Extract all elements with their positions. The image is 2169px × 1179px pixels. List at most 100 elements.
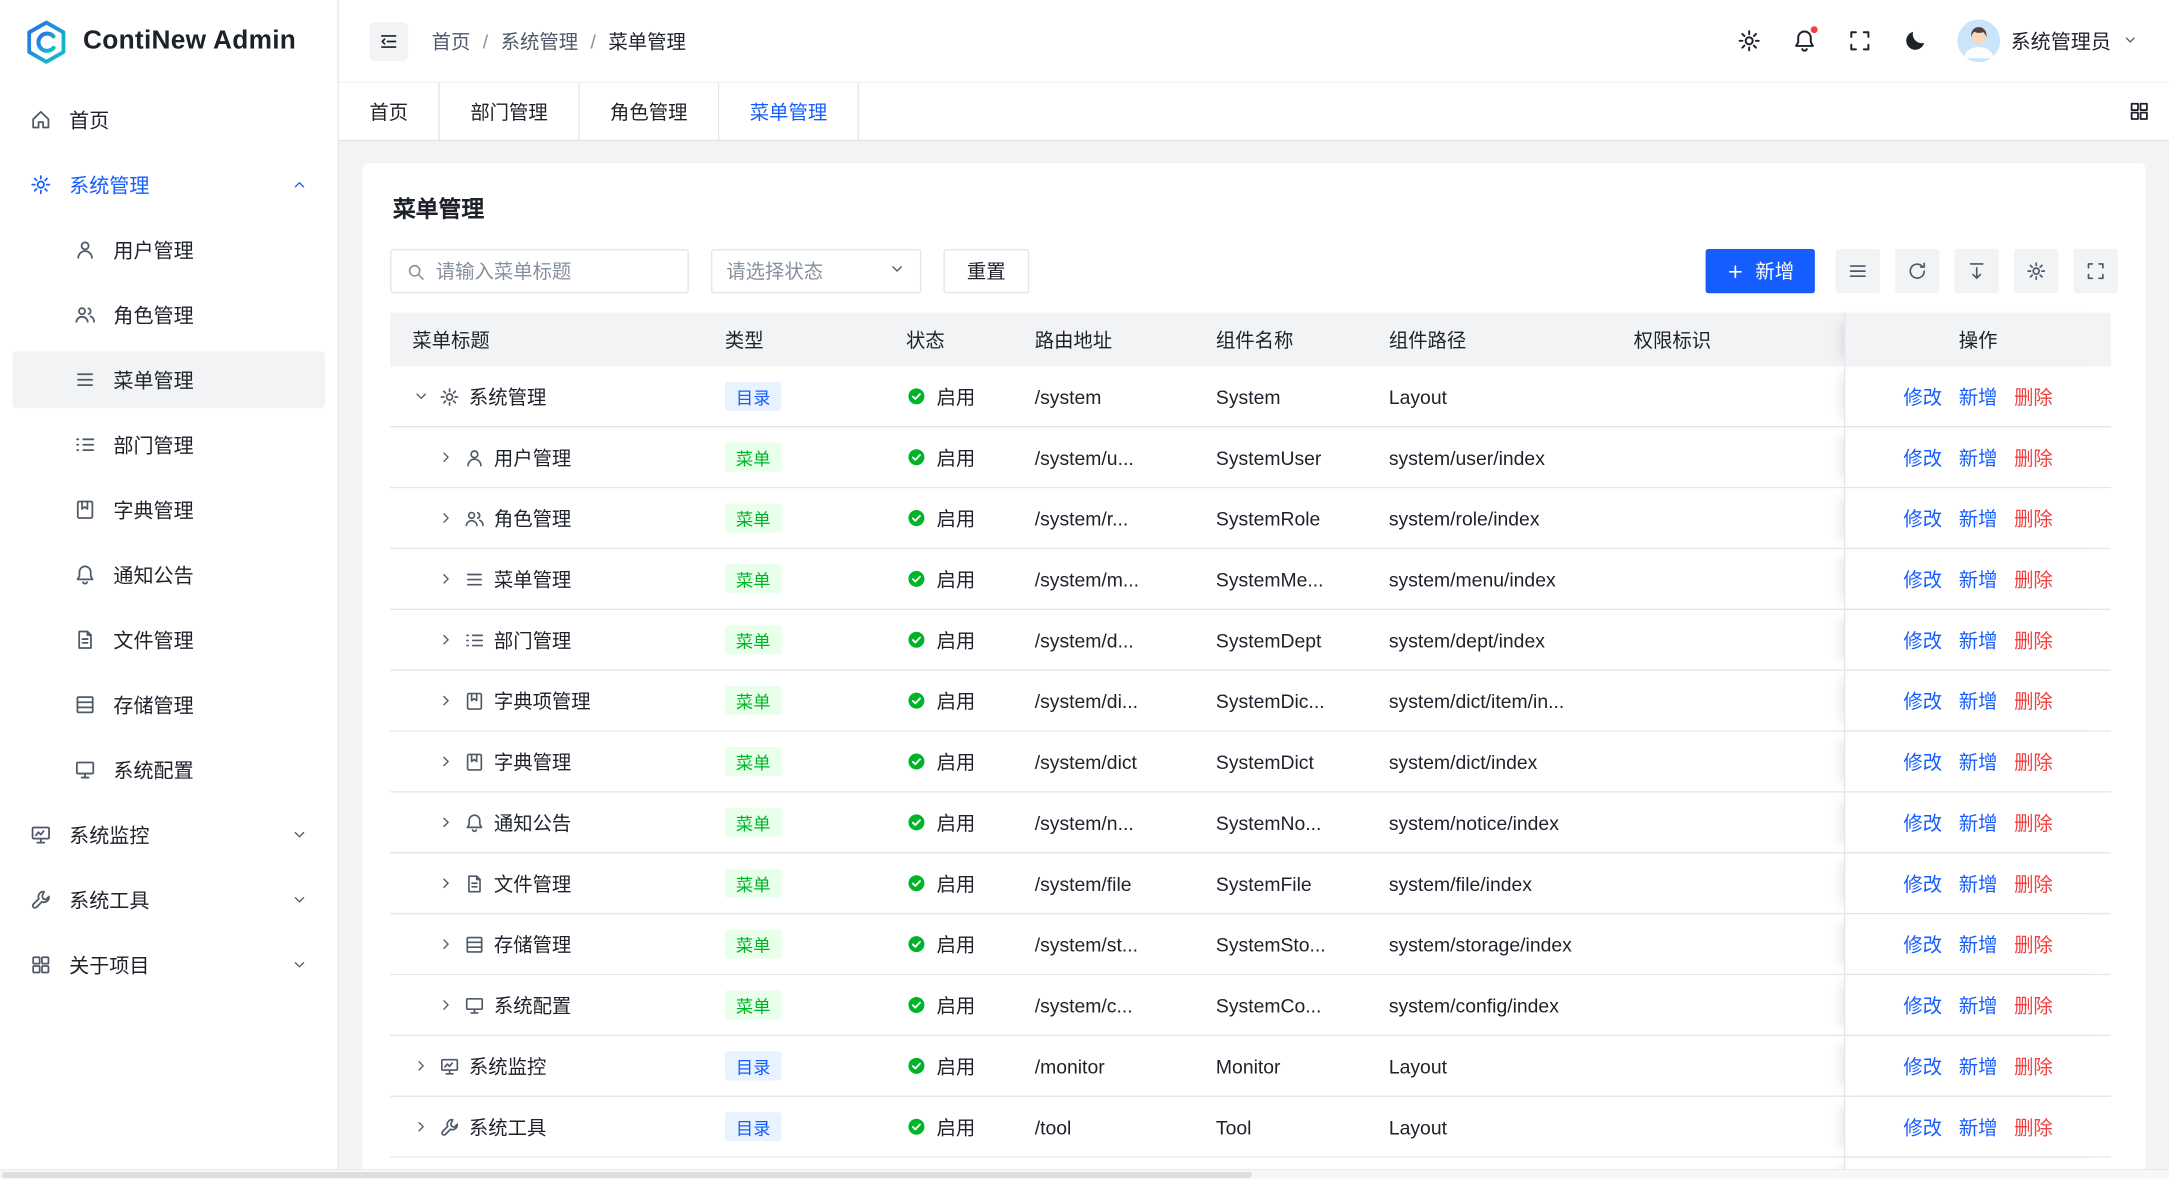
reset-button[interactable]: 重置	[943, 249, 1029, 293]
delete-link[interactable]: 删除	[2014, 1113, 2053, 1141]
export-button[interactable]	[1955, 249, 1999, 293]
delete-link[interactable]: 删除	[2014, 991, 2053, 1019]
dept-icon	[463, 629, 485, 651]
row-add-link[interactable]: 新增	[1959, 443, 1998, 471]
breadcrumb-item[interactable]: 系统管理	[501, 27, 578, 55]
edit-link[interactable]: 修改	[1903, 991, 1942, 1019]
row-add-link[interactable]: 新增	[1959, 869, 1998, 897]
moon-button[interactable]	[1901, 28, 1927, 54]
sidebar-item[interactable]: 用户管理	[12, 221, 325, 278]
type-badge: 菜单	[725, 869, 782, 898]
chevron-right-icon[interactable]	[412, 1118, 430, 1136]
sidebar-item[interactable]: 角色管理	[12, 286, 325, 343]
sidebar-item[interactable]: 字典管理	[12, 481, 325, 538]
breadcrumb-item[interactable]: 首页	[432, 27, 471, 55]
edit-link[interactable]: 修改	[1903, 443, 1942, 471]
horizontal-scrollbar[interactable]	[0, 1169, 2169, 1179]
chevron-right-icon[interactable]	[437, 935, 455, 953]
delete-link[interactable]: 删除	[2014, 382, 2053, 410]
tab[interactable]: 角色管理	[580, 83, 720, 140]
chevron-right-icon[interactable]	[437, 570, 455, 588]
chevron-right-icon[interactable]	[437, 753, 455, 771]
tab[interactable]: 菜单管理	[719, 83, 859, 140]
edit-link[interactable]: 修改	[1903, 930, 1942, 958]
chevron-right-icon[interactable]	[437, 631, 455, 649]
sidebar-item[interactable]: 部门管理	[12, 416, 325, 473]
edit-link[interactable]: 修改	[1903, 382, 1942, 410]
chevron-right-icon[interactable]	[437, 874, 455, 892]
bell-button[interactable]	[1791, 28, 1817, 54]
edit-link[interactable]: 修改	[1903, 869, 1942, 897]
tab[interactable]: 部门管理	[440, 83, 580, 140]
tab-list-button[interactable]	[2128, 100, 2152, 124]
gear-button[interactable]	[2014, 249, 2058, 293]
user-menu[interactable]: 系统管理员	[1957, 19, 2139, 62]
sidebar-item[interactable]: 关于项目	[12, 936, 325, 993]
delete-link[interactable]: 删除	[2014, 687, 2053, 715]
logo[interactable]: ContiNew Admin	[0, 0, 338, 83]
status-select[interactable]: 请选择状态	[711, 249, 921, 293]
row-add-link[interactable]: 新增	[1959, 504, 1998, 532]
scrollbar-thumb[interactable]	[2, 1172, 1252, 1178]
breadcrumb-item[interactable]: 菜单管理	[608, 27, 685, 55]
edit-link[interactable]: 修改	[1903, 1052, 1942, 1080]
gear-button[interactable]	[1735, 28, 1761, 54]
row-add-link[interactable]: 新增	[1959, 930, 1998, 958]
row-add-link[interactable]: 新增	[1959, 1113, 1998, 1141]
refresh-button[interactable]	[1895, 249, 1939, 293]
edit-link[interactable]: 修改	[1903, 626, 1942, 654]
sidebar-item[interactable]: 系统配置	[12, 741, 325, 798]
edit-link[interactable]: 修改	[1903, 504, 1942, 532]
delete-link[interactable]: 删除	[2014, 748, 2053, 776]
row-add-link[interactable]: 新增	[1959, 626, 1998, 654]
row-add-link[interactable]: 新增	[1959, 382, 1998, 410]
list-view-button[interactable]	[1836, 249, 1880, 293]
chevron-down-icon[interactable]	[412, 387, 430, 405]
delete-link[interactable]: 删除	[2014, 443, 2053, 471]
sidebar-item[interactable]: 系统监控	[12, 806, 325, 863]
chevron-right-icon[interactable]	[412, 1057, 430, 1075]
row-add-link[interactable]: 新增	[1959, 991, 1998, 1019]
delete-link[interactable]: 删除	[2014, 565, 2053, 593]
chevron-right-icon[interactable]	[437, 813, 455, 831]
sidebar-item[interactable]: 系统管理	[12, 156, 325, 213]
delete-link[interactable]: 删除	[2014, 626, 2053, 654]
table-row: 字典管理菜单启用/system/dictSystemDictsystem/dic…	[390, 732, 2111, 793]
chevron-right-icon[interactable]	[437, 448, 455, 466]
edit-link[interactable]: 修改	[1903, 1113, 1942, 1141]
route-path: /system/file	[1035, 872, 1132, 894]
sidebar-item[interactable]: 系统工具	[12, 871, 325, 928]
chevron-right-icon[interactable]	[437, 509, 455, 527]
column-header: 路由地址	[1013, 313, 1194, 367]
add-button[interactable]: 新增	[1706, 249, 1815, 293]
fullscreen-button[interactable]	[2074, 249, 2118, 293]
component-path: Layout	[1389, 385, 1447, 407]
edit-link[interactable]: 修改	[1903, 565, 1942, 593]
search-input[interactable]	[436, 260, 674, 282]
edit-link[interactable]: 修改	[1903, 809, 1942, 837]
sidebar-item[interactable]: 首页	[12, 91, 325, 148]
edit-link[interactable]: 修改	[1903, 748, 1942, 776]
chevron-right-icon[interactable]	[437, 692, 455, 710]
fullscreen-button[interactable]	[1846, 28, 1872, 54]
sidebar-item[interactable]: 存储管理	[12, 676, 325, 733]
sidebar-item[interactable]: 通知公告	[12, 546, 325, 603]
row-add-link[interactable]: 新增	[1959, 1052, 1998, 1080]
delete-link[interactable]: 删除	[2014, 809, 2053, 837]
edit-link[interactable]: 修改	[1903, 687, 1942, 715]
delete-link[interactable]: 删除	[2014, 504, 2053, 532]
row-add-link[interactable]: 新增	[1959, 565, 1998, 593]
collapse-sidebar-button[interactable]	[369, 21, 408, 60]
chevron-down-icon	[290, 891, 308, 909]
chevron-right-icon[interactable]	[437, 996, 455, 1014]
delete-link[interactable]: 删除	[2014, 930, 2053, 958]
sidebar-item[interactable]: 文件管理	[12, 611, 325, 668]
users-icon	[73, 303, 97, 327]
delete-link[interactable]: 删除	[2014, 1052, 2053, 1080]
row-add-link[interactable]: 新增	[1959, 687, 1998, 715]
row-add-link[interactable]: 新增	[1959, 748, 1998, 776]
tab[interactable]: 首页	[339, 83, 440, 140]
sidebar-item[interactable]: 菜单管理	[12, 351, 325, 408]
row-add-link[interactable]: 新增	[1959, 809, 1998, 837]
delete-link[interactable]: 删除	[2014, 869, 2053, 897]
